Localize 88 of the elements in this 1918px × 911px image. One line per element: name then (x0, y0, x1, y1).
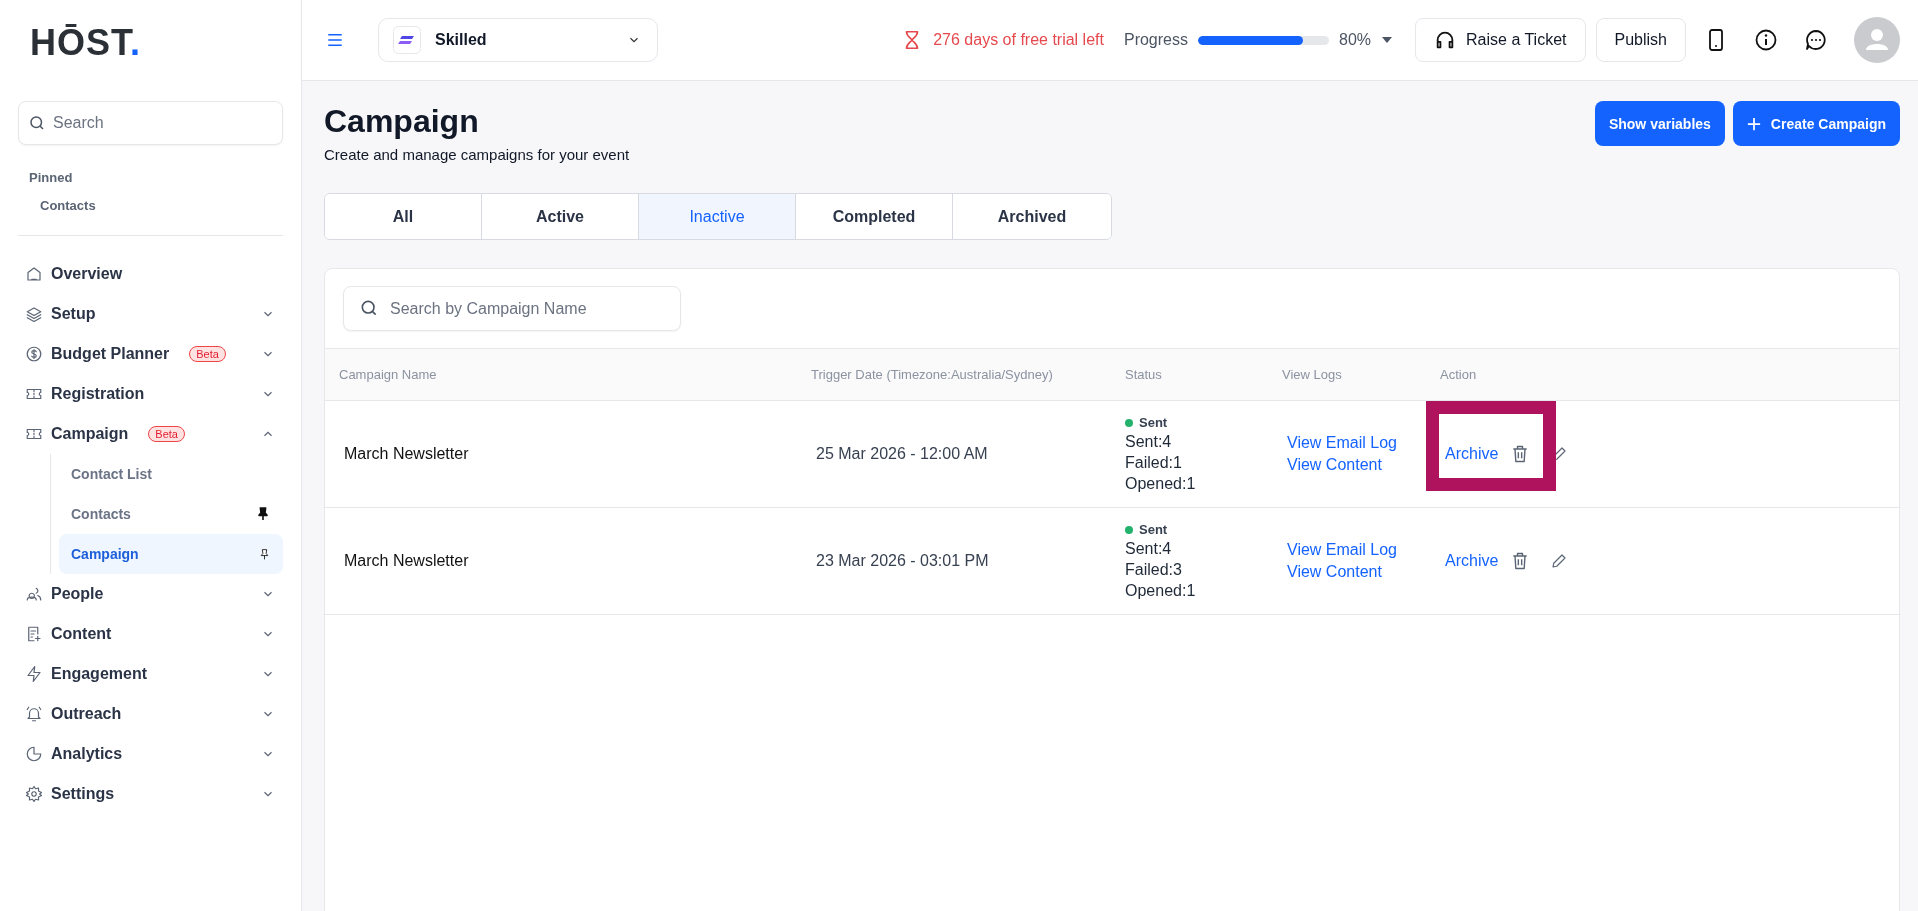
layers-icon (25, 305, 43, 323)
search-icon (28, 114, 46, 132)
table-cell-text: March Newsletter (343, 445, 470, 463)
pin-icon[interactable] (255, 506, 271, 522)
submenu-item[interactable]: Contact List (59, 454, 283, 494)
section-title: Pinned (29, 170, 73, 185)
nav-item[interactable]: Setup (18, 294, 283, 334)
archive-link[interactable]: Archive (1445, 445, 1499, 463)
table-cell-text: March Newsletter (343, 552, 470, 570)
chat-icon[interactable] (1804, 28, 1828, 52)
nav-label: People (51, 585, 104, 603)
info-icon[interactable] (1754, 28, 1778, 52)
page-subtitle: Create and manage campaigns for your event (324, 146, 630, 163)
pinned-item[interactable]: Contacts (40, 198, 96, 213)
page-title: Campaign (324, 103, 479, 140)
table-cell-text: 25 Mar 2026 - 12:00 AM (815, 445, 989, 463)
beta-badge: Beta (148, 426, 185, 442)
nav-item[interactable]: Campaign Beta (18, 414, 283, 454)
column-header: Campaign Name (339, 367, 438, 382)
nav-item[interactable]: Budget Planner Beta (18, 334, 283, 374)
show-variables-button[interactable]: Show variables (1594, 101, 1725, 146)
nav-item[interactable]: Overview (18, 254, 283, 294)
pin-icon[interactable] (258, 547, 271, 561)
search-icon (359, 298, 379, 318)
event-dropdown[interactable]: Skilled (378, 18, 658, 62)
nav-item[interactable]: Analytics (18, 734, 283, 774)
filter-tab[interactable]: All (325, 194, 482, 239)
search-field[interactable]: Search by Campaign Name (343, 286, 681, 331)
column-header: View Logs (1282, 367, 1343, 382)
log-link[interactable]: View Content (1287, 563, 1382, 581)
column-header: Status (1125, 367, 1163, 382)
nav-label: Engagement (51, 665, 147, 683)
create-campaign-button[interactable]: Create Campaign (1732, 101, 1900, 146)
plus-icon (1746, 116, 1761, 131)
progress-value: 80% (1339, 31, 1372, 49)
column-header: Action (1440, 367, 1478, 382)
bolt-icon (25, 665, 43, 683)
doc-icon (25, 625, 43, 643)
nav-label: Analytics (51, 745, 123, 763)
nav-label: Setup (51, 305, 96, 323)
nav-item[interactable]: Engagement (18, 654, 283, 694)
nav-label: Outreach (51, 705, 122, 723)
nav-label: Overview (51, 265, 123, 283)
stat-text: Sent:4 (1125, 540, 1173, 558)
nav-item[interactable]: Registration (18, 374, 283, 414)
filter-tab[interactable]: Inactive (639, 194, 796, 239)
submenu-item[interactable]: Campaign (59, 534, 283, 574)
submenu-label: Campaign (71, 546, 139, 562)
status-label: Sent (1139, 415, 1168, 430)
pie-icon (25, 745, 43, 763)
log-link[interactable]: View Content (1287, 456, 1382, 474)
nav-label: Registration (51, 385, 145, 403)
nav-item[interactable]: People (18, 574, 283, 614)
beta-badge: Beta (189, 346, 226, 362)
nav-item[interactable]: Content (18, 614, 283, 654)
column-header: Trigger Date (Timezone:Australia/Sydney) (811, 367, 1054, 382)
table-cell-text: 23 Mar 2026 - 03:01 PM (815, 552, 990, 570)
stat-text: Opened:1 (1125, 582, 1197, 600)
stat-text: Opened:1 (1125, 475, 1197, 493)
nav-label: Content (51, 625, 112, 643)
submenu-label: Contacts (71, 506, 131, 522)
bell-icon (25, 705, 43, 723)
nav-item[interactable]: Settings (18, 774, 283, 814)
publish-button[interactable]: Publish (1595, 18, 1686, 62)
progress-label: Progress (1123, 31, 1188, 49)
menu-icon[interactable] (326, 31, 344, 49)
nav-label: Settings (51, 785, 115, 803)
stat-text: Failed:1 (1125, 454, 1183, 472)
gear-icon (25, 785, 43, 803)
stat-text: Sent:4 (1125, 433, 1173, 451)
nav-label: Campaign (51, 425, 129, 443)
log-link[interactable]: View Email Log (1287, 541, 1397, 559)
log-link[interactable]: View Email Log (1287, 434, 1397, 452)
search-field[interactable]: Search (18, 101, 283, 145)
nav-label: Budget Planner (51, 345, 170, 363)
dollar-icon (25, 345, 43, 363)
event-logo-icon (393, 26, 421, 54)
status-label: Sent (1139, 522, 1168, 537)
submenu-item[interactable]: Contacts (59, 494, 283, 534)
trial-notice: 276 days of free trial left (933, 31, 1104, 49)
archive-link[interactable]: Archive (1445, 552, 1499, 570)
nav-item[interactable]: Outreach (18, 694, 283, 734)
home-icon (25, 265, 43, 283)
submenu-label: Contact List (71, 466, 152, 482)
people-icon (25, 585, 43, 603)
logo: HŌST. (30, 22, 142, 65)
raise-ticket-button[interactable]: Raise a Ticket (1415, 18, 1586, 62)
stat-text: Failed:3 (1125, 561, 1183, 579)
